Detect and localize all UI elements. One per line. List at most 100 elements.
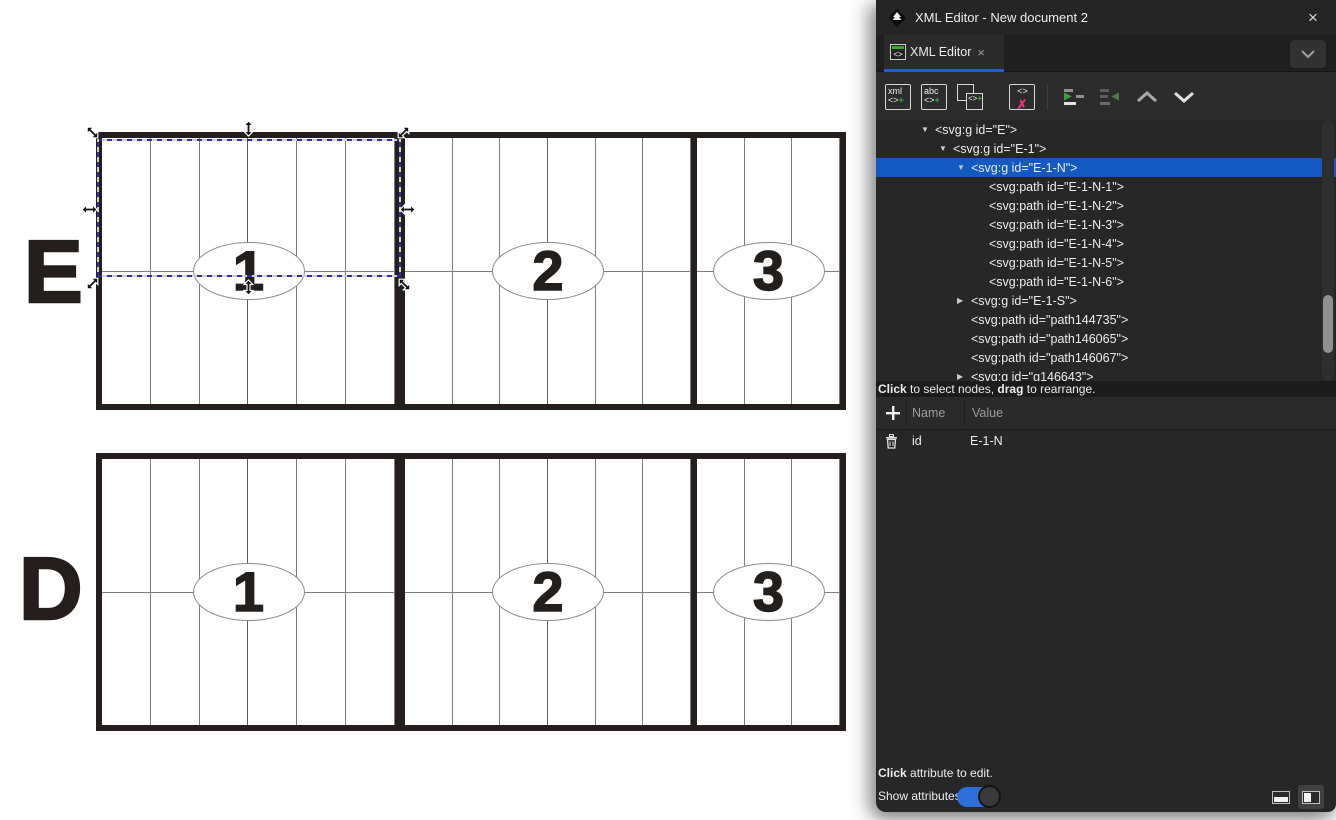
tab-label: XML Editor xyxy=(910,45,971,59)
duplicate-node-button[interactable]: <>+ xyxy=(954,80,986,114)
attribute-edit-hint: Click attribute to edit. xyxy=(878,766,993,780)
tree-row[interactable]: <svg:path id="E-1-N-5"> xyxy=(876,253,1336,272)
expander-open-icon[interactable]: ▼ xyxy=(939,144,953,153)
canvas-box-e2[interactable]: 2 xyxy=(399,132,697,410)
tree-row[interactable]: <svg:path id="path144735"> xyxy=(876,310,1336,329)
xml-editor-tab-icon: <> xyxy=(890,44,906,60)
expander-open-icon[interactable]: ▼ xyxy=(957,163,971,172)
delete-node-button[interactable]: <> ✗ xyxy=(1006,80,1038,114)
unindent-node-icon xyxy=(1062,87,1086,107)
chevron-down-icon xyxy=(1173,91,1195,103)
show-attributes-toggle[interactable] xyxy=(957,787,999,807)
tree-node-label: <svg:path id="E-1-N-6"> xyxy=(989,275,1124,289)
ellipse-number: 2 xyxy=(532,564,563,620)
xml-tree: ▼<svg:g id="E">▼<svg:g id="E-1">▼<svg:g … xyxy=(876,120,1336,381)
canvas-ellipse-d1[interactable]: 1 xyxy=(193,563,305,621)
scale-handle-right-icon[interactable] xyxy=(399,201,416,218)
tree-row[interactable]: <svg:path id="E-1-N-6"> xyxy=(876,272,1336,291)
tree-row[interactable]: ▼<svg:g id="E-1"> xyxy=(876,139,1336,158)
attributes-table: id E-1-N xyxy=(876,430,1336,453)
close-icon[interactable]: × xyxy=(1302,7,1324,29)
tree-row[interactable]: ▶<svg:g id="E-1-S"> xyxy=(876,291,1336,310)
move-node-down-button[interactable] xyxy=(1168,80,1200,114)
tree-node-label: <svg:g id="E-1-N"> xyxy=(971,161,1078,175)
panel-layout-buttons xyxy=(1268,785,1324,809)
expander-open-icon[interactable]: ▼ xyxy=(921,125,935,134)
ellipse-number: 1 xyxy=(233,564,264,620)
canvas-ellipse-d2[interactable]: 2 xyxy=(492,563,604,621)
panel-tabbar: <> XML Editor × xyxy=(876,35,1336,72)
canvas-box-d3[interactable]: 3 xyxy=(691,453,846,731)
canvas-text-D[interactable]: D xyxy=(19,545,83,633)
indent-node-button[interactable] xyxy=(1094,80,1126,114)
scale-handle-top-center-icon[interactable] xyxy=(240,120,257,137)
canvas-text-E[interactable]: E xyxy=(24,228,83,316)
canvas-box-e1[interactable]: 1 xyxy=(96,132,401,410)
panel-titlebar[interactable]: XML Editor - New document 2 × xyxy=(876,0,1336,35)
tree-scrollbar-thumb[interactable] xyxy=(1323,295,1333,353)
toolbar-separator xyxy=(1047,84,1048,110)
indent-node-icon xyxy=(1098,87,1122,107)
layout-vertical-button[interactable] xyxy=(1298,785,1324,809)
new-text-node-button[interactable]: abc <>+ xyxy=(918,80,950,114)
layout-horizontal-icon xyxy=(1272,791,1290,804)
unindent-node-button[interactable] xyxy=(1058,80,1090,114)
tree-node-label: <svg:path id="path144735"> xyxy=(971,313,1128,327)
new-text-node-icon: abc <>+ xyxy=(921,84,947,110)
tree-node-label: <svg:g id="g146643"> xyxy=(971,370,1094,382)
tree-node-label: <svg:g id="E"> xyxy=(935,123,1017,137)
chevron-down-icon xyxy=(1301,50,1315,58)
scale-handle-bottom-center-icon[interactable] xyxy=(240,279,257,296)
toggle-knob xyxy=(978,785,1001,808)
tab-xml-editor[interactable]: <> XML Editor × xyxy=(884,35,1004,69)
add-attribute-button[interactable] xyxy=(884,404,904,424)
duplicate-node-icon: <>+ xyxy=(957,84,983,110)
tree-row[interactable]: <svg:path id="path146067"> xyxy=(876,348,1336,367)
tree-node-label: <svg:path id="path146067"> xyxy=(971,351,1128,365)
tree-node-label: <svg:path id="E-1-N-4"> xyxy=(989,237,1124,251)
tree-node-label: <svg:g id="E-1-S"> xyxy=(971,294,1077,308)
tree-node-label: <svg:path id="E-1-N-2"> xyxy=(989,199,1124,213)
expander-closed-icon[interactable]: ▶ xyxy=(957,372,971,381)
tree-row[interactable]: <svg:path id="E-1-N-1"> xyxy=(876,177,1336,196)
canvas-ellipse-e2[interactable]: 2 xyxy=(492,242,604,300)
panel-menu-button[interactable] xyxy=(1290,40,1326,68)
canvas-box-e3[interactable]: 3 xyxy=(691,132,846,410)
layout-horizontal-button[interactable] xyxy=(1268,785,1294,809)
tree-node-label: <svg:path id="E-1-N-1"> xyxy=(989,180,1124,194)
tree-node-label: <svg:path id="E-1-N-5"> xyxy=(989,256,1124,270)
xml-editor-panel: XML Editor - New document 2 × <> XML Edi… xyxy=(876,0,1336,812)
ellipse-number: 3 xyxy=(753,564,784,620)
inkscape-logo-icon xyxy=(888,9,906,27)
tab-close-icon[interactable]: × xyxy=(977,45,985,60)
new-element-node-icon: xml <>+ xyxy=(885,84,911,110)
tree-row[interactable]: <svg:path id="E-1-N-3"> xyxy=(876,215,1336,234)
attribute-value[interactable]: E-1-N xyxy=(970,434,1003,448)
tree-row[interactable]: ▼<svg:g id="E-1-N"> xyxy=(876,158,1336,177)
trash-icon xyxy=(885,434,898,449)
attributes-header: Name Value xyxy=(876,397,1336,430)
canvas-ellipse-d3[interactable]: 3 xyxy=(713,563,825,621)
scale-handle-left-icon[interactable] xyxy=(81,201,98,218)
move-node-up-button[interactable] xyxy=(1131,80,1163,114)
attr-name-header: Name xyxy=(912,406,945,420)
chevron-up-icon xyxy=(1136,91,1158,103)
delete-attribute-button[interactable] xyxy=(885,434,898,452)
canvas-ellipse-e3[interactable]: 3 xyxy=(713,242,825,300)
selection-bbox-top xyxy=(97,139,401,141)
canvas-box-d1[interactable]: 1 xyxy=(96,453,401,731)
tree-row[interactable]: <svg:path id="E-1-N-4"> xyxy=(876,234,1336,253)
tree-row[interactable]: <svg:path id="E-1-N-2"> xyxy=(876,196,1336,215)
tree-row[interactable]: ▼<svg:g id="E"> xyxy=(876,120,1336,139)
attribute-name[interactable]: id xyxy=(912,434,922,448)
attribute-row[interactable]: id E-1-N xyxy=(876,430,1336,453)
plus-icon xyxy=(884,404,902,422)
tree-node-label: <svg:g id="E-1"> xyxy=(953,142,1046,156)
layout-vertical-icon xyxy=(1302,791,1320,804)
expander-closed-icon[interactable]: ▶ xyxy=(957,296,971,305)
tree-node-label: <svg:path id="path146065"> xyxy=(971,332,1128,346)
new-element-node-button[interactable]: xml <>+ xyxy=(882,80,914,114)
tree-row[interactable]: ▶<svg:g id="g146643"> xyxy=(876,367,1336,381)
canvas-box-d2[interactable]: 2 xyxy=(399,453,697,731)
tree-row[interactable]: <svg:path id="path146065"> xyxy=(876,329,1336,348)
